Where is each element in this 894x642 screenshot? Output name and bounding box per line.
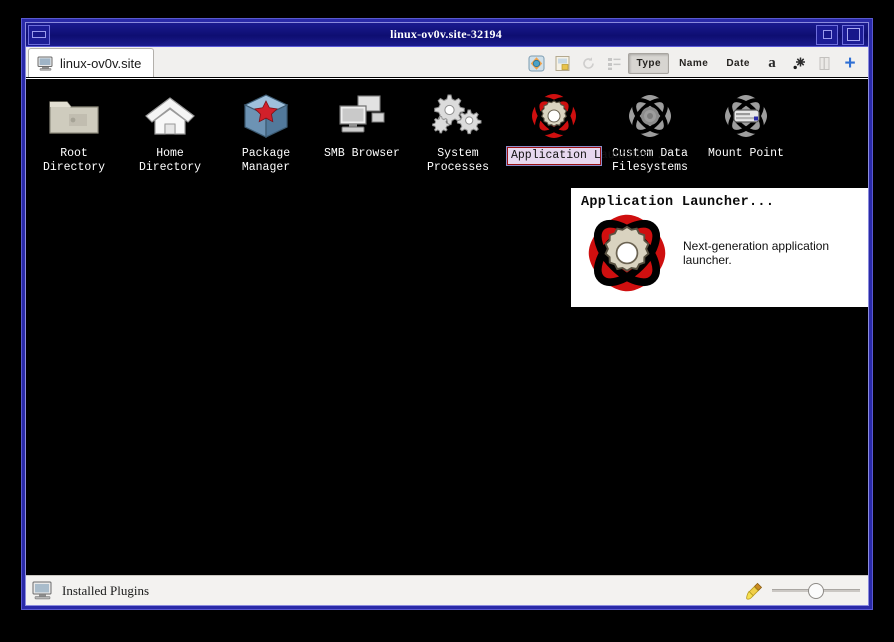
- tooltip-title: Application Launcher...: [581, 195, 775, 210]
- sort-by-type-button[interactable]: Type: [628, 52, 670, 74]
- tooltip-description: Next-generation application launcher.: [683, 239, 830, 267]
- document-icon[interactable]: [550, 52, 574, 74]
- desktop-icon-home-directory[interactable]: Home Directory: [122, 89, 218, 175]
- sort-by-name-button[interactable]: Name: [671, 53, 716, 74]
- desktop-icon-root-directory[interactable]: Root Directory: [26, 89, 122, 175]
- atom-gear-red-icon: [581, 212, 673, 294]
- toolbar: Type Name Date a +: [524, 52, 868, 77]
- desktop-canvas[interactable]: Root Directory Home Directory Package Ma…: [26, 79, 868, 583]
- zoom-slider-knob[interactable]: [808, 582, 824, 599]
- title-bar[interactable]: linux-ov0v.site-32194: [26, 23, 868, 47]
- desktop-icon-label-edit[interactable]: Application Launcher...: [506, 146, 670, 166]
- maximize-icon: [846, 28, 860, 41]
- brush-icon[interactable]: [744, 581, 764, 601]
- mount-disk-icon: [724, 93, 768, 139]
- desktop-icon-package-manager[interactable]: Package Manager: [218, 89, 314, 175]
- tab-linux-ov0v-site[interactable]: linux-ov0v.site: [28, 48, 155, 77]
- window-title: linux-ov0v.site-32194: [390, 27, 502, 41]
- tooltip-body: Next-generation application launcher.: [581, 212, 861, 294]
- window-menu-button[interactable]: [28, 24, 50, 45]
- add-glyph: +: [844, 52, 856, 74]
- add-icon[interactable]: +: [838, 52, 862, 74]
- column-icon[interactable]: [812, 52, 836, 74]
- tooltip-popup: Application Launcher... Next-generation …: [568, 185, 868, 310]
- window-inner: linux-ov0v.site-32194 linux-ov0v.site Ty…: [25, 22, 869, 606]
- text-size-icon[interactable]: a: [760, 52, 784, 74]
- text-size-glyph: a: [768, 54, 776, 71]
- status-bar: Installed Plugins: [26, 575, 868, 605]
- computer-icon: [32, 581, 53, 600]
- desktop-icon-label: Package Manager: [241, 147, 291, 174]
- network-share-icon: [334, 93, 390, 139]
- desktop-icon-smb-browser[interactable]: SMB Browser: [314, 89, 410, 161]
- list-view-icon[interactable]: [602, 52, 626, 74]
- refresh-icon[interactable]: [576, 52, 600, 74]
- gears-icon: [430, 93, 486, 139]
- computer-icon: [37, 56, 54, 71]
- window-controls: [814, 24, 868, 46]
- preview-icon[interactable]: [524, 52, 548, 74]
- status-right: [744, 581, 860, 601]
- desktop-icon-label: SMB Browser: [324, 147, 400, 160]
- desktop-icon-row: Root Directory Home Directory Package Ma…: [26, 89, 868, 175]
- minimize-icon: [822, 30, 832, 39]
- atom-grey-icon: [628, 93, 672, 139]
- tab-strip: linux-ov0v.site Type Name Date a +: [26, 47, 868, 78]
- tab-label: linux-ov0v.site: [60, 55, 142, 71]
- home-icon: [144, 93, 196, 139]
- desktop-icon-label: Home Directory: [138, 147, 202, 174]
- minimize-button[interactable]: [816, 24, 838, 45]
- sparkle-icon[interactable]: [786, 52, 810, 74]
- zoom-slider[interactable]: [772, 582, 860, 599]
- sort-by-date-button[interactable]: Date: [718, 53, 758, 74]
- desktop-icon-mount-point[interactable]: Mount Point: [698, 89, 794, 161]
- desktop-icon-custom-data-filesystems[interactable]: Custom Data Filesystems: [602, 89, 698, 175]
- desktop-icon-label: Root Directory: [42, 147, 106, 174]
- desktop-icon-system-processes[interactable]: System Processes: [410, 89, 506, 175]
- maximize-button[interactable]: [842, 24, 864, 45]
- atom-gear-red-icon: [531, 93, 577, 139]
- desktop-icon-application-launcher[interactable]: Application Launcher...: [506, 89, 670, 166]
- status-label: Installed Plugins: [62, 582, 150, 598]
- folder-icon: [47, 93, 101, 139]
- status-left[interactable]: Installed Plugins: [32, 581, 149, 600]
- desktop-icon-label: Mount Point: [708, 147, 784, 160]
- desktop-icon-label: System Processes: [426, 147, 490, 174]
- window-menu-icon: [32, 31, 46, 38]
- application-window: linux-ov0v.site-32194 linux-ov0v.site Ty…: [21, 18, 873, 610]
- package-cube-icon: [242, 93, 290, 139]
